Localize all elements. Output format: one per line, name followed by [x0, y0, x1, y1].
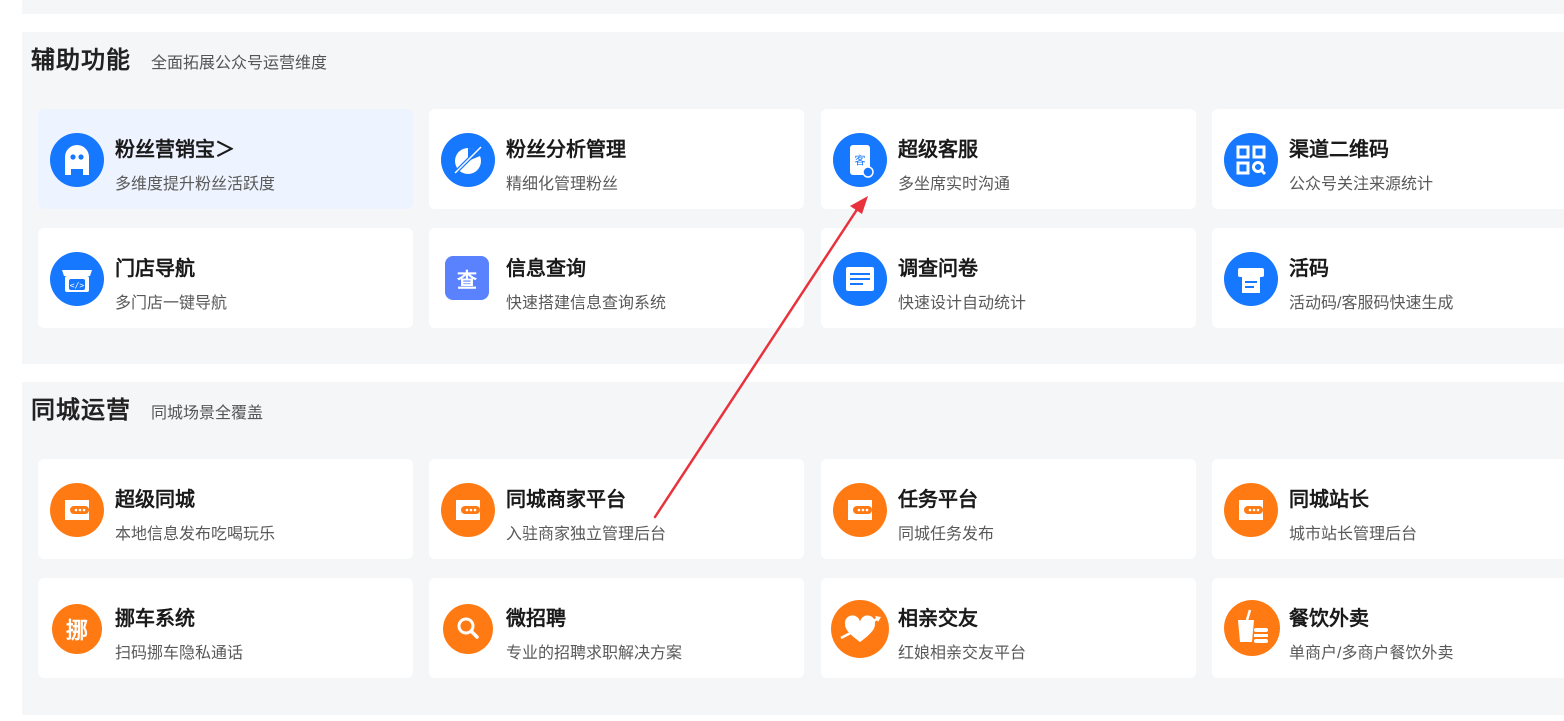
- card-title: 同城商家平台: [506, 489, 626, 511]
- card-description: 专业的招聘求职解决方案: [506, 645, 683, 662]
- chat-card-icon: [50, 483, 104, 537]
- card-city-manager[interactable]: 同城站长 城市站长管理后台: [1212, 459, 1564, 559]
- card-title: 微招聘: [506, 608, 566, 630]
- card-description: 本地信息发布吃喝玩乐: [115, 526, 276, 543]
- svg-text:</>: </>: [70, 281, 85, 290]
- card-description: 红娘相亲交友平台: [898, 645, 1027, 662]
- survey-icon: [833, 252, 887, 306]
- card-title: 超级客服: [898, 139, 978, 161]
- card-description: 城市站长管理后台: [1289, 526, 1418, 543]
- card-description: 入驻商家独立管理后台: [506, 526, 667, 543]
- card-survey[interactable]: 调查问卷 快速设计自动统计: [821, 228, 1196, 328]
- section-title: 辅助功能: [31, 47, 131, 74]
- card-title: 门店导航: [115, 258, 195, 280]
- card-title: 同城站长: [1289, 489, 1369, 511]
- heart-arrow-icon: [831, 600, 889, 658]
- card-live-code[interactable]: 活码 活动码/客服码快速生成: [1212, 228, 1564, 328]
- card-title: 超级同城: [115, 489, 195, 511]
- pie-chart-icon: [441, 133, 495, 187]
- card-description: 多坐席实时沟通: [898, 176, 1011, 193]
- customer-service-icon: 客: [833, 133, 887, 187]
- card-description: 同城任务发布: [898, 526, 995, 543]
- card-description: 精细化管理粉丝: [506, 176, 619, 193]
- card-title: 餐饮外卖: [1289, 608, 1369, 630]
- section-header: 同城运营 同城场景全覆盖: [31, 390, 263, 425]
- card-title: 调查问卷: [898, 258, 978, 280]
- search-icon: [443, 604, 493, 654]
- card-description: 多门店一键导航: [115, 295, 228, 312]
- section-subtitle: 全面拓展公众号运营维度: [151, 55, 328, 72]
- card-task-platform[interactable]: 任务平台 同城任务发布: [821, 459, 1196, 559]
- card-description: 活动码/客服码快速生成: [1289, 295, 1454, 312]
- robot-icon: [50, 133, 104, 187]
- card-micro-recruit[interactable]: 微招聘 专业的招聘求职解决方案: [429, 578, 804, 678]
- card-store-navigation[interactable]: </> 门店导航 多门店一键导航: [38, 228, 413, 328]
- card-title: 任务平台: [898, 489, 978, 511]
- section-title: 同城运营: [31, 397, 131, 424]
- qr-code-icon: [1224, 133, 1278, 187]
- card-move-car[interactable]: 挪 挪车系统 扫码挪车隐私通话: [38, 578, 413, 678]
- card-channel-qrcode[interactable]: 渠道二维码 公众号关注来源统计: [1212, 109, 1564, 209]
- query-icon: 查: [445, 256, 489, 300]
- card-title: 挪车系统: [115, 608, 195, 630]
- section-subtitle: 同城场景全覆盖: [151, 405, 264, 422]
- card-info-query[interactable]: 查 信息查询 快速搭建信息查询系统: [429, 228, 804, 328]
- card-super-local[interactable]: 超级同城 本地信息发布吃喝玩乐: [38, 459, 413, 559]
- card-title: 粉丝营销宝＞: [115, 139, 235, 161]
- chat-card-icon: [441, 483, 495, 537]
- card-description: 公众号关注来源统计: [1289, 176, 1434, 193]
- move-car-icon: 挪: [52, 604, 102, 654]
- card-super-customer-service[interactable]: 客 超级客服 多坐席实时沟通: [821, 109, 1196, 209]
- card-description: 快速设计自动统计: [898, 295, 1027, 312]
- chat-card-icon: [1224, 483, 1278, 537]
- card-title: 信息查询: [506, 258, 586, 280]
- section-auxiliary-functions: 辅助功能 全面拓展公众号运营维度 粉丝营销宝＞ 多维度提升粉丝活跃度 粉丝分析管…: [22, 32, 1564, 364]
- card-merchant-platform[interactable]: 同城商家平台 入驻商家独立管理后台: [429, 459, 804, 559]
- card-title: 相亲交友: [898, 608, 978, 630]
- previous-section-edge: [22, 0, 1564, 14]
- store-icon: </>: [50, 252, 104, 306]
- card-food-delivery[interactable]: 餐饮外卖 单商户/多商户餐饮外卖: [1212, 578, 1564, 678]
- card-description: 单商户/多商户餐饮外卖: [1289, 645, 1454, 662]
- food-delivery-icon: [1224, 600, 1280, 656]
- section-header: 辅助功能 全面拓展公众号运营维度: [31, 40, 327, 75]
- printer-icon: [1224, 252, 1278, 306]
- chat-card-icon: [833, 483, 887, 537]
- card-fan-marketing[interactable]: 粉丝营销宝＞ 多维度提升粉丝活跃度: [38, 109, 413, 209]
- section-local-operations: 同城运营 同城场景全覆盖 超级同城 本地信息发布吃喝玩乐 同城商家平台 入驻商家…: [22, 382, 1564, 715]
- card-dating[interactable]: 相亲交友 红娘相亲交友平台: [821, 578, 1196, 678]
- card-title: 粉丝分析管理: [506, 139, 626, 161]
- card-title: 活码: [1289, 258, 1329, 280]
- card-title: 渠道二维码: [1289, 139, 1389, 161]
- card-description: 快速搭建信息查询系统: [506, 295, 667, 312]
- svg-text:客: 客: [855, 153, 866, 167]
- card-description: 多维度提升粉丝活跃度: [115, 176, 276, 193]
- card-fan-analysis[interactable]: 粉丝分析管理 精细化管理粉丝: [429, 109, 804, 209]
- card-description: 扫码挪车隐私通话: [115, 645, 244, 662]
